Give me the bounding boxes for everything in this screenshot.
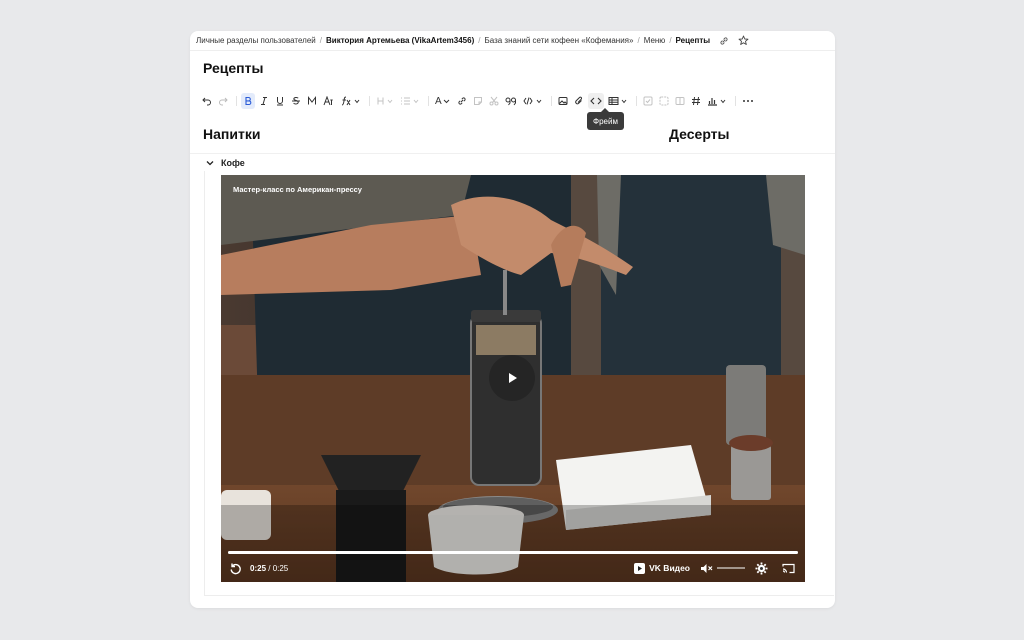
monospace-icon[interactable] [305, 93, 319, 109]
column-heading-desserts: Десерты [669, 126, 730, 142]
toolbar-divider [369, 96, 370, 106]
table-dropdown-icon[interactable] [606, 93, 630, 109]
note-icon[interactable] [471, 93, 485, 109]
chevron-down-icon [206, 161, 214, 166]
cut-icon[interactable] [487, 93, 501, 109]
section-divider [190, 153, 835, 154]
breadcrumb-item-personal-sections[interactable]: Личные разделы пользователей [196, 36, 316, 45]
toolbar-divider [550, 96, 552, 106]
copy-link-icon[interactable] [719, 36, 729, 46]
strikethrough-icon[interactable] [289, 93, 303, 109]
chart-dropdown-icon[interactable] [705, 93, 729, 109]
play-button[interactable] [489, 355, 535, 401]
vk-play-logo-icon [634, 562, 646, 574]
layout-columns-icon[interactable] [673, 93, 687, 109]
mute-icon[interactable] [700, 563, 713, 574]
breadcrumb-item-knowledge-base[interactable]: База знаний сети кофеен «Кофемания» [484, 36, 633, 45]
vk-video-logo[interactable]: VK Видео [634, 562, 690, 574]
toolbar-divider [734, 96, 736, 106]
video-time: 0:25 / 0:25 [250, 564, 288, 573]
heading-dropdown-icon[interactable] [374, 93, 396, 109]
collapsible-section-coffee[interactable]: Кофе [205, 157, 245, 169]
iframe-tooltip: Фрейм [587, 108, 624, 130]
bold-icon[interactable] [241, 93, 255, 109]
play-icon [509, 373, 517, 383]
video-time-total: 0:25 [272, 563, 289, 573]
video-progress-fill [228, 551, 798, 554]
video-title: Мастер-класс по Американ-прессу [233, 185, 363, 194]
video-time-current: 0:25 [250, 563, 267, 573]
embedded-video-player[interactable]: Мастер-класс по Американ-прессу 0:25 / 0… [221, 175, 805, 582]
iframe-icon[interactable] [587, 93, 604, 109]
attach-file-icon[interactable] [572, 93, 586, 109]
toolbar-divider [635, 96, 637, 106]
breadcrumb-separator: / [669, 36, 672, 45]
video-time-separator: / [266, 563, 273, 573]
toolbar-divider [236, 96, 237, 106]
hashtag-icon[interactable] [689, 93, 703, 109]
video-controls: 0:25 / 0:25 VK Видео [221, 558, 805, 578]
text-color-dropdown-icon[interactable]: A [433, 93, 453, 109]
code-dropdown-icon[interactable] [521, 93, 545, 109]
redo-icon[interactable] [216, 93, 230, 109]
volume-slider[interactable] [717, 567, 745, 569]
image-icon[interactable] [556, 93, 570, 109]
toolbar-divider [428, 96, 429, 106]
cast-icon[interactable] [782, 563, 795, 574]
more-options-icon[interactable] [740, 93, 756, 109]
undo-icon[interactable] [200, 93, 214, 109]
breadcrumb-separator: / [637, 36, 640, 45]
section-title-coffee: Кофе [221, 158, 245, 168]
editor-toolbar: A [200, 93, 758, 109]
replay-icon[interactable] [229, 562, 242, 575]
settings-gear-icon[interactable] [755, 562, 768, 575]
breadcrumb-item-current: Рецепты [675, 36, 711, 45]
quote-icon[interactable] [503, 93, 519, 109]
checkbox-icon[interactable] [641, 93, 655, 109]
link-icon[interactable] [455, 93, 469, 109]
text-color-label: A [435, 95, 442, 107]
breadcrumb-separator: / [319, 36, 322, 45]
column-heading-drinks: Напитки [203, 126, 261, 142]
list-dropdown-icon[interactable] [398, 93, 422, 109]
star-favorite-icon[interactable] [738, 35, 749, 46]
breadcrumb-item-menu[interactable]: Меню [644, 36, 666, 45]
breadcrumb-separator: / [478, 36, 481, 45]
italic-icon[interactable] [257, 93, 271, 109]
underline-icon[interactable] [273, 93, 287, 109]
formula-dropdown-icon[interactable] [339, 93, 363, 109]
breadcrumb: Личные разделы пользователей / Виктория … [190, 31, 835, 51]
text-size-icon[interactable] [321, 93, 337, 109]
cut-block-icon[interactable] [657, 93, 671, 109]
video-provider-label: VK Видео [649, 563, 690, 573]
page-title: Рецепты [203, 60, 264, 76]
wiki-page-window: Личные разделы пользователей / Виктория … [190, 31, 835, 608]
video-progress-bar[interactable] [228, 551, 798, 554]
breadcrumb-item-user[interactable]: Виктория Артемьева (VikaArtem3456) [326, 36, 474, 45]
